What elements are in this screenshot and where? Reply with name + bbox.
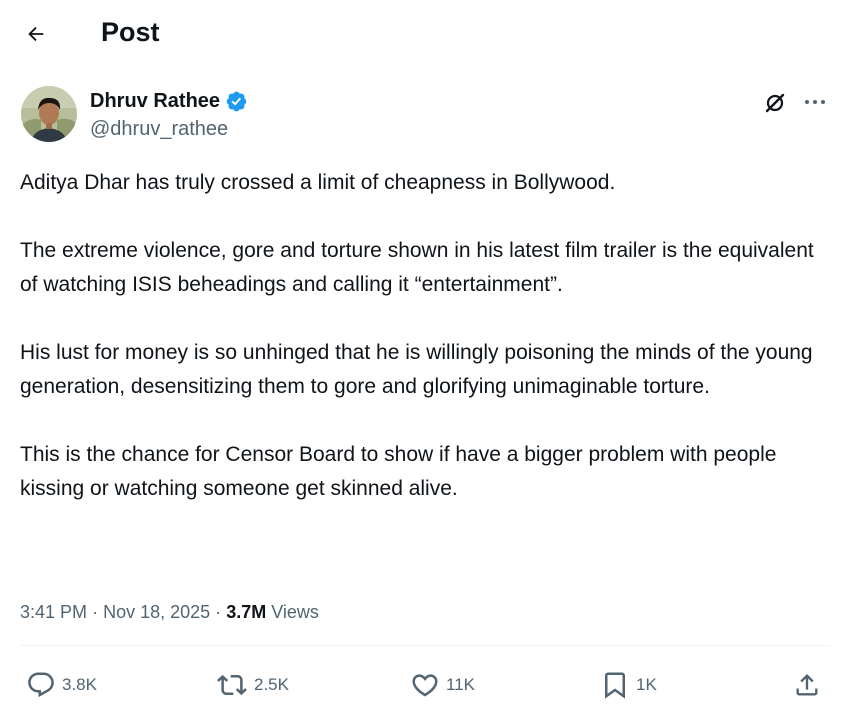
avatar-image [21,86,77,142]
reply-button[interactable]: 3.8K [26,667,97,703]
post-meta: 3:41 PM · Nov 18, 2025 · 3.7M Views [20,599,319,625]
avatar[interactable] [21,86,77,142]
page-title: Post [101,17,160,47]
views-label: Views [271,602,319,622]
like-button[interactable]: 11K [410,667,475,703]
meta-separator: · [92,602,99,622]
divider [20,645,830,646]
heart-icon [412,674,438,697]
bookmark-button[interactable]: 1K [600,667,657,703]
bookmark-icon [605,672,625,699]
top-bar: Post [0,0,850,66]
arrow-left-icon [28,26,44,42]
post-date[interactable]: Nov 18, 2025 [103,602,210,622]
share-button[interactable] [793,667,821,703]
post-paragraph: His lust for money is so unhinged that h… [20,341,813,398]
author-handle[interactable]: @dhruv_rathee [90,117,228,141]
grok-button[interactable] [762,90,788,116]
post-paragraph: Aditya Dhar has truly crossed a limit of… [20,171,616,194]
bookmark-count: 1K [636,675,657,694]
repost-count: 2.5K [254,675,289,694]
more-options-button[interactable] [800,90,830,114]
author-name[interactable]: Dhruv Rathee [90,88,220,114]
post-text: Aditya Dhar has truly crossed a limit of… [20,166,830,506]
like-count: 11K [446,675,475,694]
reply-count: 3.8K [62,675,97,694]
repost-icon [217,674,247,696]
reply-icon [28,672,54,698]
more-horizontal-icon [805,100,825,104]
views-count: 3.7M [226,602,267,622]
repost-button[interactable]: 2.5K [216,667,289,703]
post-time[interactable]: 3:41 PM [20,602,87,622]
grok-icon [765,93,785,113]
post-paragraph: This is the chance for Censor Board to s… [20,443,777,500]
meta-separator: · [215,602,222,622]
share-icon [796,674,818,696]
post-paragraph: The extreme violence, gore and torture s… [20,239,814,296]
verified-badge-icon [225,90,248,113]
author-name-row: Dhruv Rathee [90,88,248,114]
back-button[interactable] [20,18,52,50]
action-bar: 3.8K 2.5K 11K 1K [0,665,850,705]
